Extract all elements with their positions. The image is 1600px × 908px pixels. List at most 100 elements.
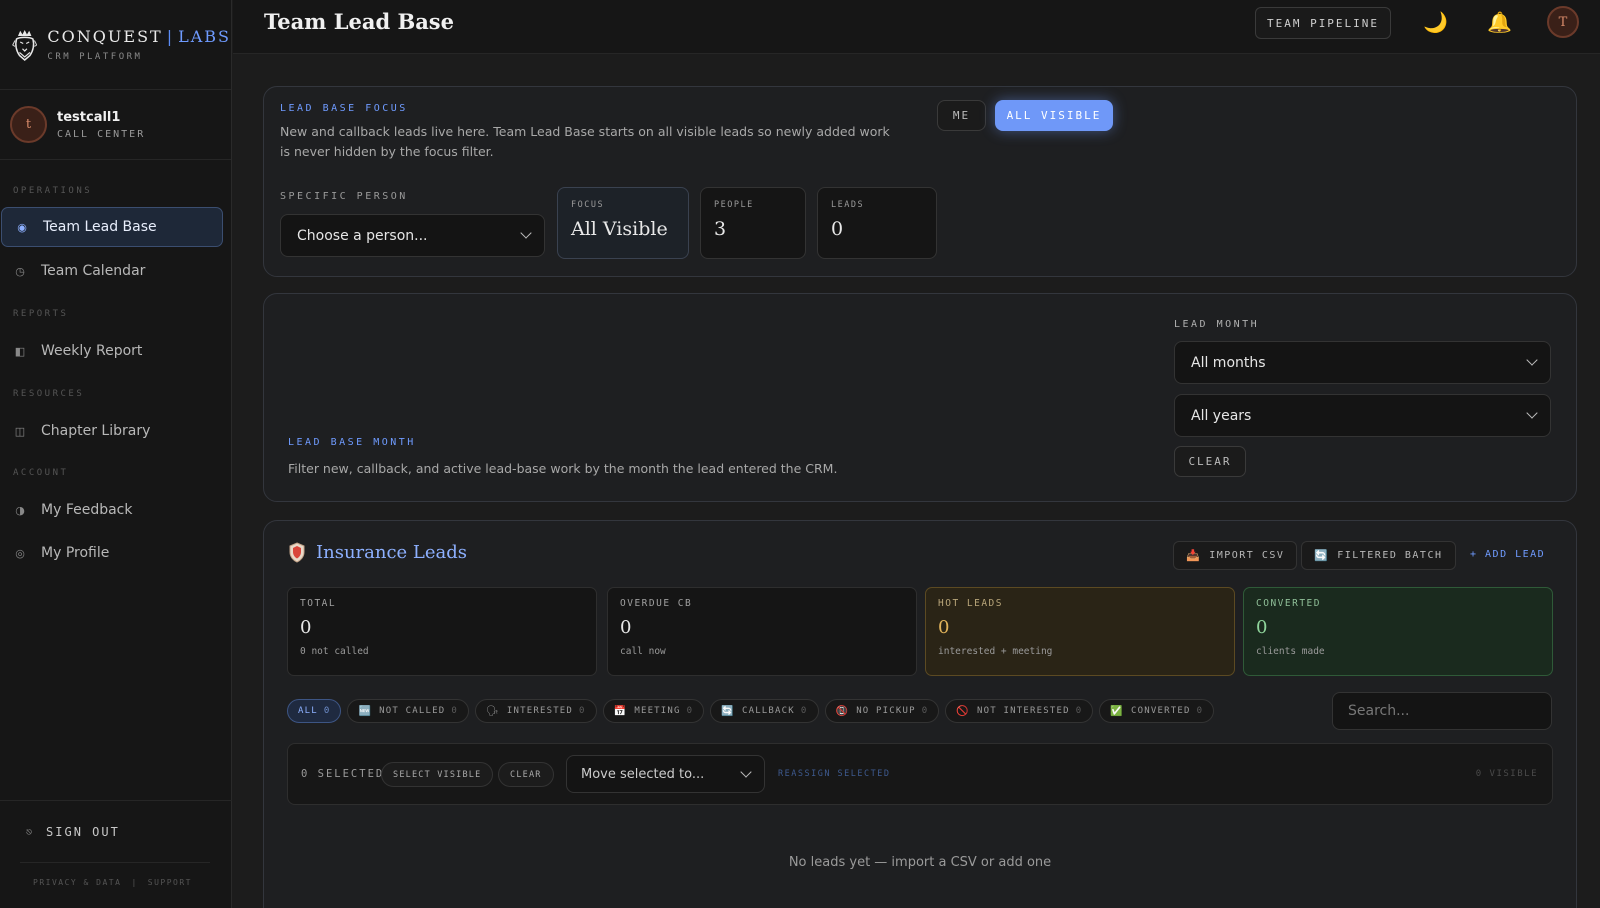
- sign-out-button[interactable]: ⎋ SIGN OUT: [26, 825, 232, 839]
- profile-ring-icon: ◎: [15, 546, 25, 560]
- sidebar-item-team-calendar[interactable]: ◷ Team Calendar: [0, 251, 222, 291]
- lion-crest-logo: [12, 29, 38, 61]
- reassign-selected-button[interactable]: REASSIGN SELECTED: [778, 769, 891, 779]
- sidebar-item-my-feedback[interactable]: ◑ My Feedback: [0, 490, 222, 530]
- bell-icon[interactable]: 🔔: [1487, 10, 1512, 34]
- sidebar-item-label: My Profile: [41, 545, 110, 561]
- search-input[interactable]: Search...: [1332, 692, 1552, 730]
- filtered-batch-label: FILTERED BATCH: [1337, 550, 1443, 561]
- year-select[interactable]: All years: [1174, 394, 1551, 437]
- year-select-value: All years: [1191, 407, 1252, 424]
- focus-description: New and callback leads live here. Team L…: [280, 124, 890, 159]
- moon-icon[interactable]: 🌙: [1423, 10, 1448, 34]
- sidebar-item-my-profile[interactable]: ◎ My Profile: [0, 533, 222, 573]
- focus-stat: FOCUS All Visible: [557, 187, 689, 259]
- chip-count: 0: [323, 706, 331, 716]
- filtered-batch-button[interactable]: 🔄 FILTERED BATCH: [1301, 541, 1456, 570]
- month-eyebrow: LEAD BASE MONTH: [288, 437, 416, 448]
- chip-callback[interactable]: 🔄 CALLBACK 0: [710, 699, 819, 723]
- chip-count: 0: [579, 706, 586, 716]
- month-select[interactable]: All months: [1174, 341, 1551, 384]
- kpi-value: 0: [620, 617, 632, 638]
- chip-label: INTERESTED: [506, 706, 574, 716]
- shield-icon: [289, 542, 305, 563]
- inbox-tray-icon: 📥: [1186, 549, 1202, 562]
- speaking-head-icon: 🗣: [485, 705, 500, 717]
- sign-out-label: SIGN OUT: [46, 825, 120, 839]
- focus-eyebrow: LEAD BASE FOCUS: [280, 103, 408, 114]
- kpi-overdue-callbacks: OVERDUE CB 0 call now: [607, 587, 917, 676]
- chevron-down-icon: [520, 227, 532, 239]
- footer-links: PRIVACY & DATA | SUPPORT: [33, 878, 192, 887]
- user-name: testcall1: [57, 109, 121, 125]
- avatar[interactable]: T: [1547, 6, 1579, 38]
- signout-area: ⎋ SIGN OUT: [0, 800, 232, 839]
- specific-person-label: SPECIFIC PERSON: [280, 191, 408, 202]
- stat-label: PEOPLE: [714, 200, 754, 210]
- kpi-total: TOTAL 0 0 not called: [287, 587, 597, 676]
- prohibited-icon: 🚫: [956, 705, 971, 717]
- month-description: Filter new, callback, and active lead-ba…: [288, 461, 838, 476]
- kpi-label: CONVERTED: [1256, 598, 1321, 609]
- sidebar-item-team-lead-base[interactable]: ◉ Team Lead Base: [1, 207, 223, 247]
- section-label-operations: OPERATIONS: [13, 186, 93, 196]
- team-pipeline-button[interactable]: TEAM PIPELINE: [1255, 7, 1391, 39]
- sidebar-item-label: My Feedback: [41, 502, 133, 518]
- section-label-resources: RESOURCES: [13, 389, 85, 399]
- bulk-clear-button[interactable]: CLEAR: [498, 762, 554, 787]
- sidebar-item-weekly-report[interactable]: ◧ Weekly Report: [0, 331, 222, 371]
- leads-stat: LEADS 0: [817, 187, 937, 259]
- exit-icon: ⎋: [26, 826, 35, 838]
- import-csv-button[interactable]: 📥 IMPORT CSV: [1173, 541, 1298, 570]
- chip-label: MEETING: [634, 706, 681, 716]
- add-lead-button[interactable]: + ADD LEAD: [1470, 549, 1545, 560]
- refresh-icon: 🔄: [721, 705, 735, 717]
- move-selected-select[interactable]: Move selected to...: [566, 755, 765, 793]
- chevron-down-icon: [1526, 407, 1538, 419]
- kpi-subtext: 0 not called: [300, 646, 369, 657]
- kpi-value: 0: [300, 617, 312, 638]
- kpi-converted: CONVERTED 0 clients made: [1243, 587, 1553, 676]
- visible-count: 0 VISIBLE: [1475, 769, 1538, 779]
- chip-not-interested[interactable]: 🚫 NOT INTERESTED 0: [945, 699, 1094, 723]
- brand-subtitle: CRM PLATFORM: [47, 52, 143, 62]
- brand: CONQUEST | LABS CRM PLATFORM: [0, 0, 231, 90]
- sidebar-item-label: Chapter Library: [41, 423, 151, 439]
- chip-no-pickup[interactable]: 📵 NO PICKUP 0: [824, 699, 940, 723]
- library-icon: ◫: [14, 424, 26, 438]
- chip-converted[interactable]: ✅ CONVERTED 0: [1099, 699, 1215, 723]
- footer-separator: |: [131, 878, 138, 887]
- stat-value: All Visible: [571, 218, 668, 240]
- topbar: Team Lead Base TEAM PIPELINE 🌙 🔔 T: [233, 0, 1600, 54]
- person-select[interactable]: Choose a person...: [280, 214, 545, 257]
- chip-count: 0: [686, 706, 694, 716]
- chevron-down-icon: [1526, 354, 1538, 366]
- lead-month-label: LEAD MONTH: [1174, 319, 1260, 330]
- chip-not-called[interactable]: 🆕 NOT CALLED 0: [347, 699, 469, 723]
- focus-all-visible-toggle[interactable]: ALL VISIBLE: [995, 100, 1113, 131]
- people-stat: PEOPLE 3: [700, 187, 806, 259]
- chip-label: CALLBACK: [741, 706, 795, 716]
- month-clear-button[interactable]: CLEAR: [1174, 446, 1246, 477]
- no-phone-icon: 📵: [835, 705, 850, 717]
- person-select-value: Choose a person...: [297, 227, 428, 244]
- refresh-icon: 🔄: [1314, 549, 1330, 562]
- user-avatar: t: [10, 106, 47, 143]
- privacy-link[interactable]: PRIVACY & DATA: [33, 878, 121, 887]
- chip-count: 0: [800, 706, 808, 716]
- user-card[interactable]: t testcall1 CALL CENTER: [0, 90, 231, 160]
- chip-meeting[interactable]: 📅 MEETING 0: [602, 699, 705, 723]
- chip-interested[interactable]: 🗣 INTERESTED 0: [474, 699, 597, 723]
- chip-count: 0: [921, 706, 929, 716]
- chip-all[interactable]: ALL 0: [287, 699, 342, 723]
- page-title: Team Lead Base: [264, 9, 454, 34]
- sidebar-item-label: Team Calendar: [41, 263, 146, 279]
- select-visible-button[interactable]: SELECT VISIBLE: [381, 762, 494, 787]
- support-link[interactable]: SUPPORT: [148, 878, 192, 887]
- sidebar-item-label: Weekly Report: [41, 343, 143, 359]
- chip-label: NO PICKUP: [856, 706, 916, 716]
- focus-me-toggle[interactable]: ME: [937, 100, 986, 131]
- stat-value: 3: [714, 218, 727, 240]
- chip-count: 0: [451, 706, 458, 716]
- sidebar-item-chapter-library[interactable]: ◫ Chapter Library: [0, 411, 222, 451]
